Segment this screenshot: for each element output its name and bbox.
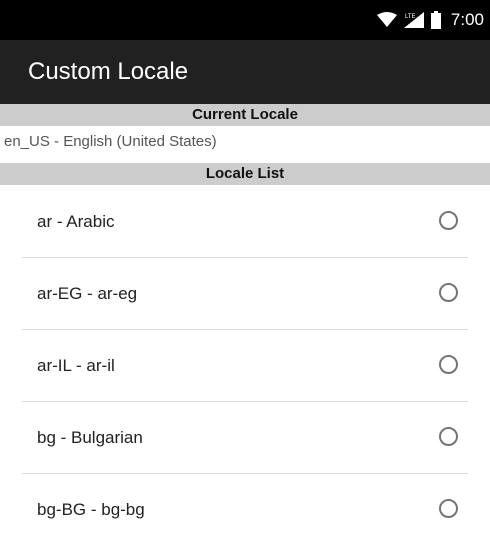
list-item[interactable]: bg-BG - bg-bg <box>22 474 468 546</box>
radio-button[interactable] <box>439 283 458 302</box>
list-item[interactable]: bg - Bulgarian <box>22 402 468 474</box>
locale-list: ar - Arabic ar-EG - ar-eg ar-IL - ar-il … <box>0 186 490 546</box>
status-icons: LTE 7:00 <box>376 0 484 40</box>
radio-button[interactable] <box>439 211 458 230</box>
locale-item-label: ar-IL - ar-il <box>37 356 115 375</box>
locale-item-label: bg-BG - bg-bg <box>37 500 145 519</box>
radio-button[interactable] <box>439 427 458 446</box>
list-item[interactable]: ar-IL - ar-il <box>22 330 468 402</box>
radio-button[interactable] <box>439 355 458 374</box>
current-locale-header: Current Locale <box>0 104 490 126</box>
locale-list-header: Locale List <box>0 163 490 185</box>
locale-item-label: ar - Arabic <box>37 212 115 231</box>
status-bar: LTE 7:00 <box>0 0 490 40</box>
locale-item-label: bg - Bulgarian <box>37 428 143 447</box>
clock: 7:00 <box>450 10 484 29</box>
cellular-signal-icon: LTE <box>403 11 425 29</box>
list-item[interactable]: ar - Arabic <box>22 186 468 258</box>
list-item[interactable]: ar-EG - ar-eg <box>22 258 468 330</box>
app-bar: Custom Locale <box>0 40 490 104</box>
current-locale-value: en_US - English (United States) <box>0 127 490 157</box>
wifi-icon <box>376 12 397 28</box>
page-title: Custom Locale <box>28 58 189 85</box>
radio-button[interactable] <box>439 499 458 518</box>
locale-item-label: ar-EG - ar-eg <box>37 284 138 303</box>
network-type-label: LTE <box>405 14 416 20</box>
battery-icon <box>430 11 441 29</box>
